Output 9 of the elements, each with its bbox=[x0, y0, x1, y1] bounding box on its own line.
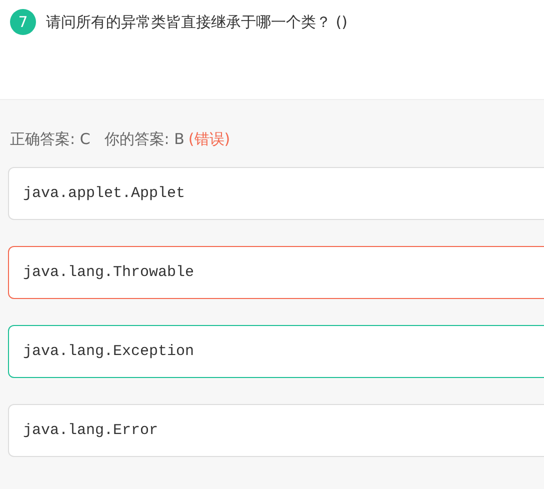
correct-answer: 正确答案: C bbox=[10, 130, 90, 148]
answer-option[interactable]: java.lang.Error bbox=[8, 404, 544, 457]
answer-option[interactable]: java.lang.Throwable bbox=[8, 246, 544, 299]
answer-option[interactable]: java.lang.Exception bbox=[8, 325, 544, 378]
your-answer: 你的答案: B bbox=[104, 130, 184, 148]
answer-verdict: (错误) bbox=[188, 130, 230, 148]
question-number: 7 bbox=[10, 9, 36, 35]
answer-option[interactable]: java.applet.Applet bbox=[8, 167, 544, 220]
question-text: 请问所有的异常类皆直接继承于哪一个类？ () bbox=[46, 12, 348, 33]
